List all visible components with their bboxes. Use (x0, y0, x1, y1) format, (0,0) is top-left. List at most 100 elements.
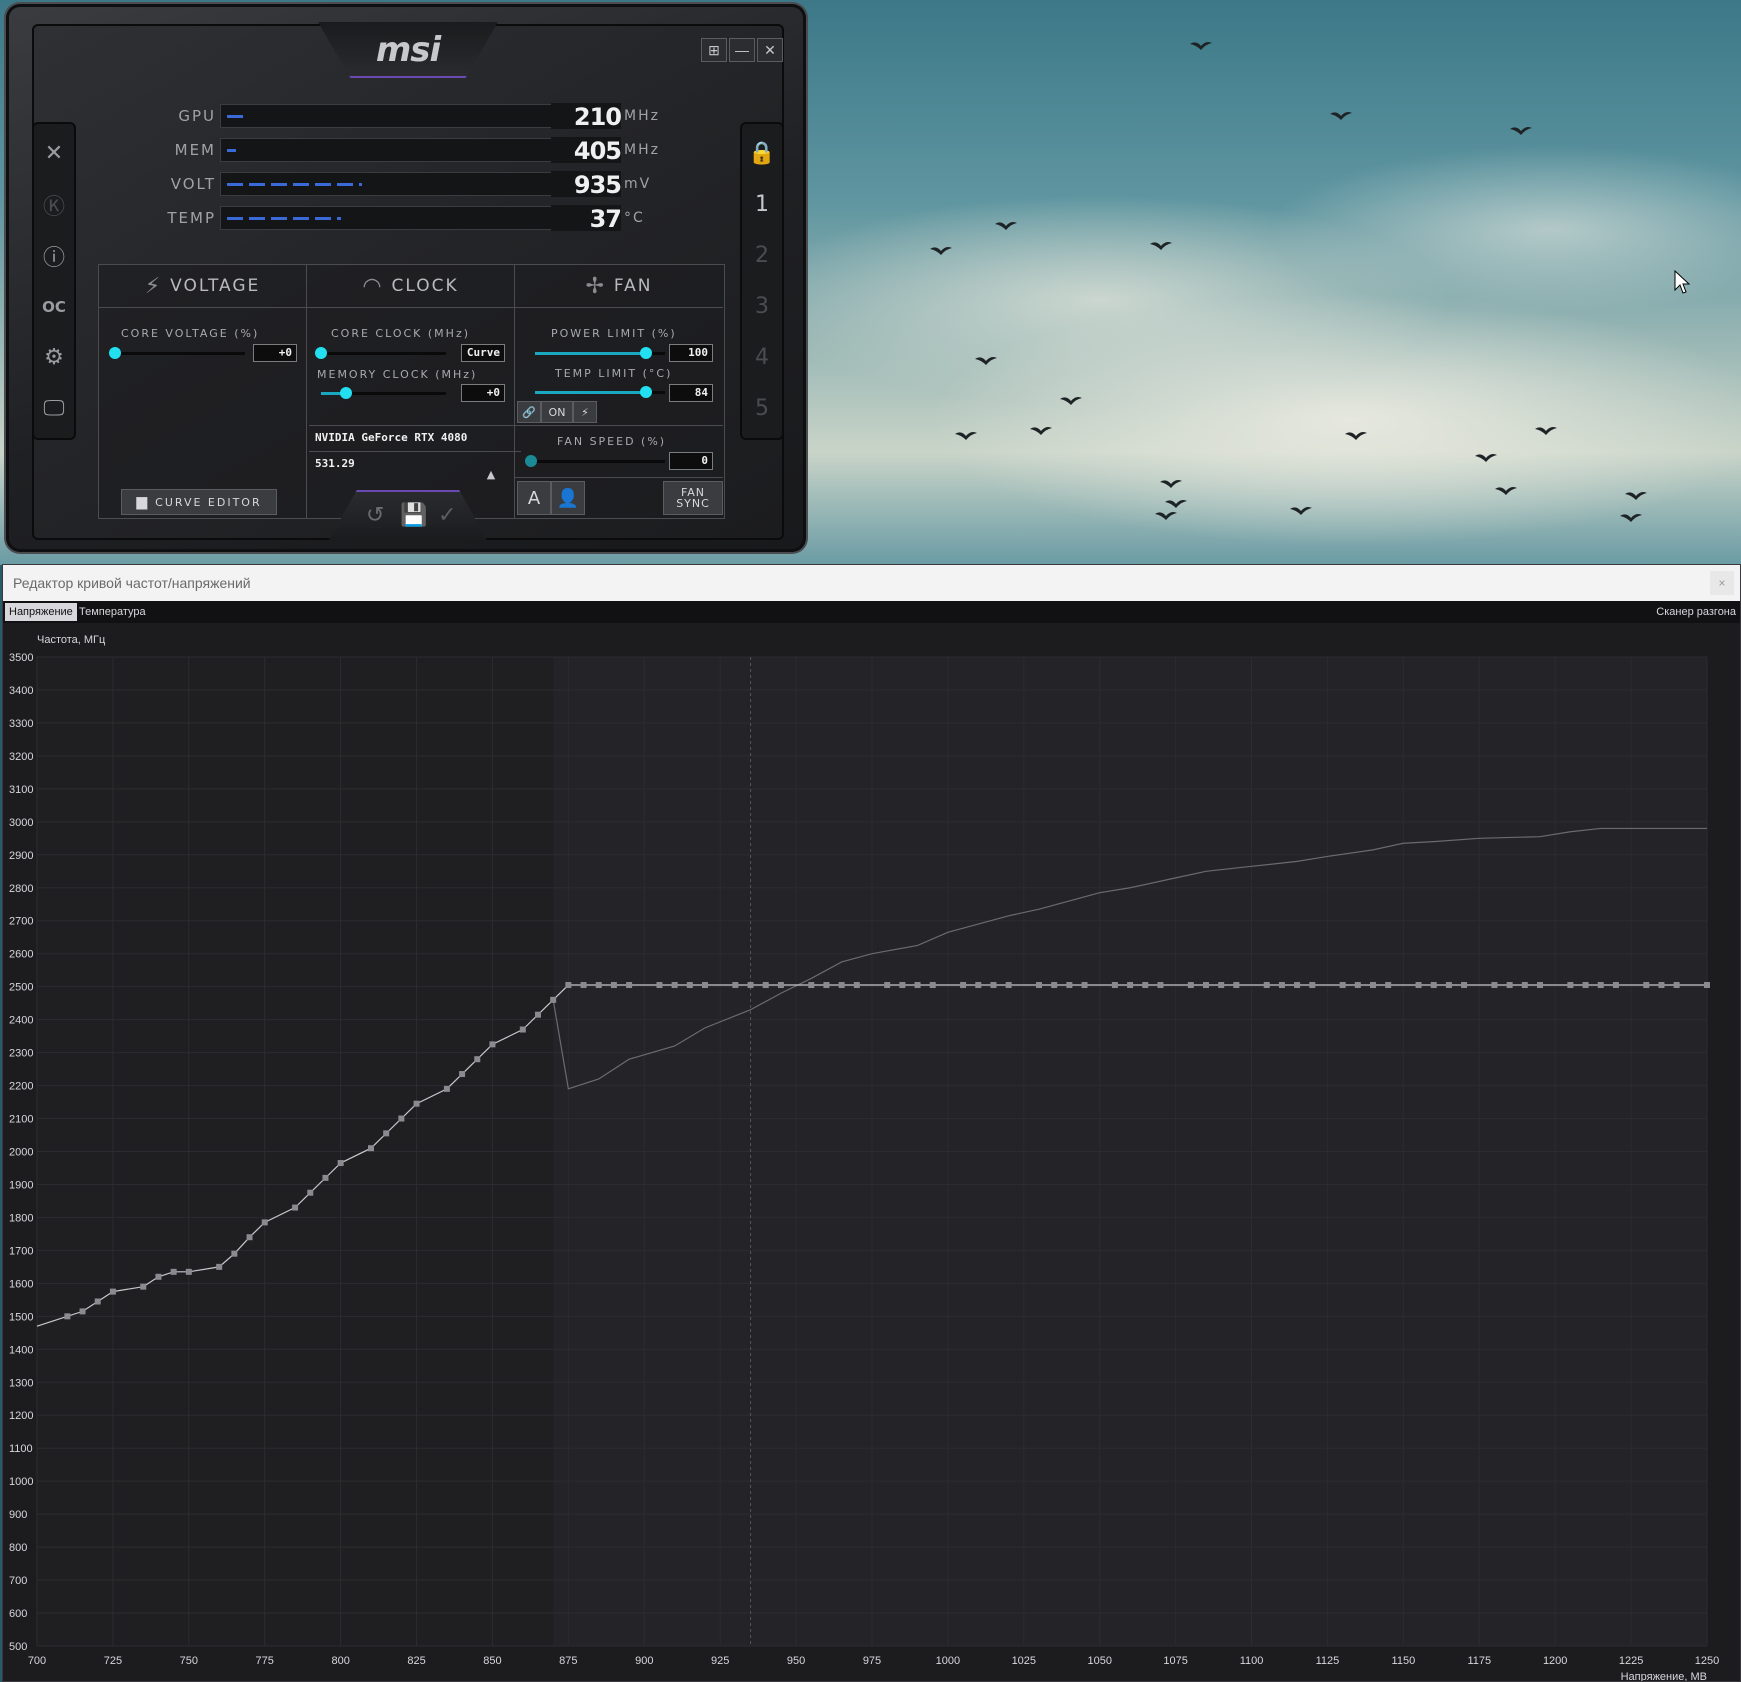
mem-unit: MHz (624, 142, 660, 158)
curve-point (1187, 982, 1194, 989)
tab-fan[interactable]: ✢ FAN (515, 265, 723, 308)
memory-clock-value[interactable]: +0 (461, 384, 505, 402)
reset-icon[interactable]: ↺ (366, 502, 384, 528)
link-icon[interactable]: 🔗 (517, 401, 541, 423)
oc-scanner-button[interactable]: Сканер разгона (1656, 603, 1736, 621)
slider-knob[interactable] (315, 347, 327, 359)
bird-icon (1290, 507, 1312, 515)
bird-icon (1060, 397, 1082, 405)
core-clock-slider[interactable] (315, 347, 446, 359)
editor-tabbar: Напряжение Температура Сканер разгона (3, 601, 1740, 623)
core-clock-value[interactable]: Curve (461, 344, 505, 362)
x-tick-label: 1050 (1087, 1655, 1111, 1667)
slider-knob[interactable] (109, 347, 121, 359)
tab-voltage-mode[interactable]: Напряжение (5, 603, 77, 621)
mem-label: MEM (174, 141, 216, 159)
tab-clock[interactable]: ◠ CLOCK (307, 265, 515, 308)
curve-point (307, 1189, 314, 1196)
curve-point (216, 1263, 223, 1270)
x-tick-label: 1025 (1012, 1655, 1036, 1667)
close-button[interactable]: × (1710, 571, 1734, 595)
curve-point (1415, 982, 1422, 989)
memory-clock-slider[interactable] (321, 387, 446, 399)
profile-5-button[interactable]: 5 (744, 385, 780, 432)
curve-point (899, 982, 906, 989)
mem-bar: 405 (220, 137, 622, 165)
link-toggle[interactable]: ON (541, 401, 573, 423)
x-tick-label: 950 (787, 1655, 805, 1667)
power-limit-value[interactable]: 100 (669, 344, 713, 362)
auto-fan-button[interactable]: A (517, 481, 551, 515)
curve-point (975, 982, 982, 989)
temp-label: TEMP (167, 209, 216, 227)
windows-icon[interactable]: ⊞ (701, 38, 727, 62)
monitor-icon[interactable]: 🖵 (36, 385, 72, 432)
user-fan-icon[interactable]: 👤 (551, 481, 585, 515)
expand-up-icon[interactable]: ▲ (477, 461, 505, 487)
msi-logo: msi (375, 30, 441, 70)
bird-icon (1150, 242, 1172, 250)
core-voltage-value[interactable]: +0 (253, 344, 297, 362)
volt-unit: mV (624, 176, 652, 192)
tab-voltage[interactable]: ⚡ VOLTAGE (99, 265, 307, 308)
curve-editor-window: Редактор кривой частот/напряжений × Напр… (2, 564, 1741, 1682)
temp-limit-slider[interactable] (535, 386, 665, 398)
profile-2-button[interactable]: 2 (744, 232, 780, 279)
y-tick-label: 1100 (9, 1443, 33, 1455)
curve-editor-button[interactable]: ▆ CURVE EDITOR (121, 489, 277, 515)
curve-point (1445, 982, 1452, 989)
x-tick-label: 1100 (1240, 1655, 1264, 1667)
bird-icon (995, 222, 1017, 230)
vf-curve-chart[interactable]: 700 725 750 775 800 825 850 875 900 925 950 975 1000… (3, 623, 1740, 1681)
slider-knob[interactable] (639, 347, 652, 359)
fan-speed-label: FAN SPEED (%) (557, 435, 667, 448)
minimize-button[interactable]: — (729, 38, 755, 62)
core-voltage-slider[interactable] (109, 347, 245, 359)
power-limit-slider[interactable] (535, 347, 665, 359)
close-button[interactable]: ✕ (757, 38, 783, 62)
fan-speed-slider[interactable] (525, 455, 665, 467)
slider-knob[interactable] (340, 387, 352, 399)
volt-value: 935 (551, 171, 622, 199)
x-tick-label: 975 (863, 1655, 881, 1667)
gpu-label: GPU (178, 107, 216, 125)
curve-point (246, 1234, 253, 1241)
gpu-bar-fill (227, 115, 245, 118)
curve-point (550, 996, 557, 1003)
curve-point (990, 982, 997, 989)
tab-temperature-mode[interactable]: Температура (75, 603, 150, 621)
x-tick-label: 775 (256, 1655, 274, 1667)
curve-point (1111, 982, 1118, 989)
y-tick-label: 2900 (9, 850, 33, 862)
temp-limit-value[interactable]: 84 (669, 384, 713, 402)
fan-speed-value[interactable]: 0 (669, 452, 713, 470)
apply-icon[interactable]: ✓ (438, 502, 456, 528)
lock-icon[interactable]: 🔒 (744, 130, 780, 177)
curve-point (960, 982, 967, 989)
info-icon[interactable]: ⓘ (36, 232, 72, 279)
slider-knob[interactable] (525, 455, 537, 467)
x-tick-label: 900 (635, 1655, 653, 1667)
curve-point (747, 982, 754, 989)
settings-icon[interactable]: ⚙ (36, 334, 72, 381)
curve-point (1597, 982, 1604, 989)
profile-4-button[interactable]: 4 (744, 334, 780, 381)
profile-3-button[interactable]: 3 (744, 283, 780, 330)
x-tick-label: 1175 (1467, 1655, 1491, 1667)
curve-point (413, 1100, 420, 1107)
y-tick-label: 500 (9, 1641, 27, 1653)
msi-dragon-icon[interactable]: ✕ (36, 130, 72, 177)
save-icon[interactable]: 💾 (400, 502, 427, 528)
bird-icon (955, 432, 977, 440)
curve-point (398, 1115, 405, 1122)
y-tick-label: 3100 (9, 784, 33, 796)
bird-icon (1495, 487, 1517, 495)
curve-point (185, 1268, 192, 1275)
fan-sync-button[interactable]: FAN SYNC (663, 481, 723, 515)
slider-knob[interactable] (639, 386, 652, 398)
gpu-value: 210 (551, 103, 622, 131)
profile-1-button[interactable]: 1 (744, 181, 780, 228)
k-boost-icon[interactable]: Ⓚ (36, 181, 72, 228)
oc-scanner-icon[interactable]: OC (36, 283, 72, 330)
priority-icon[interactable]: ⚡ (573, 401, 597, 423)
